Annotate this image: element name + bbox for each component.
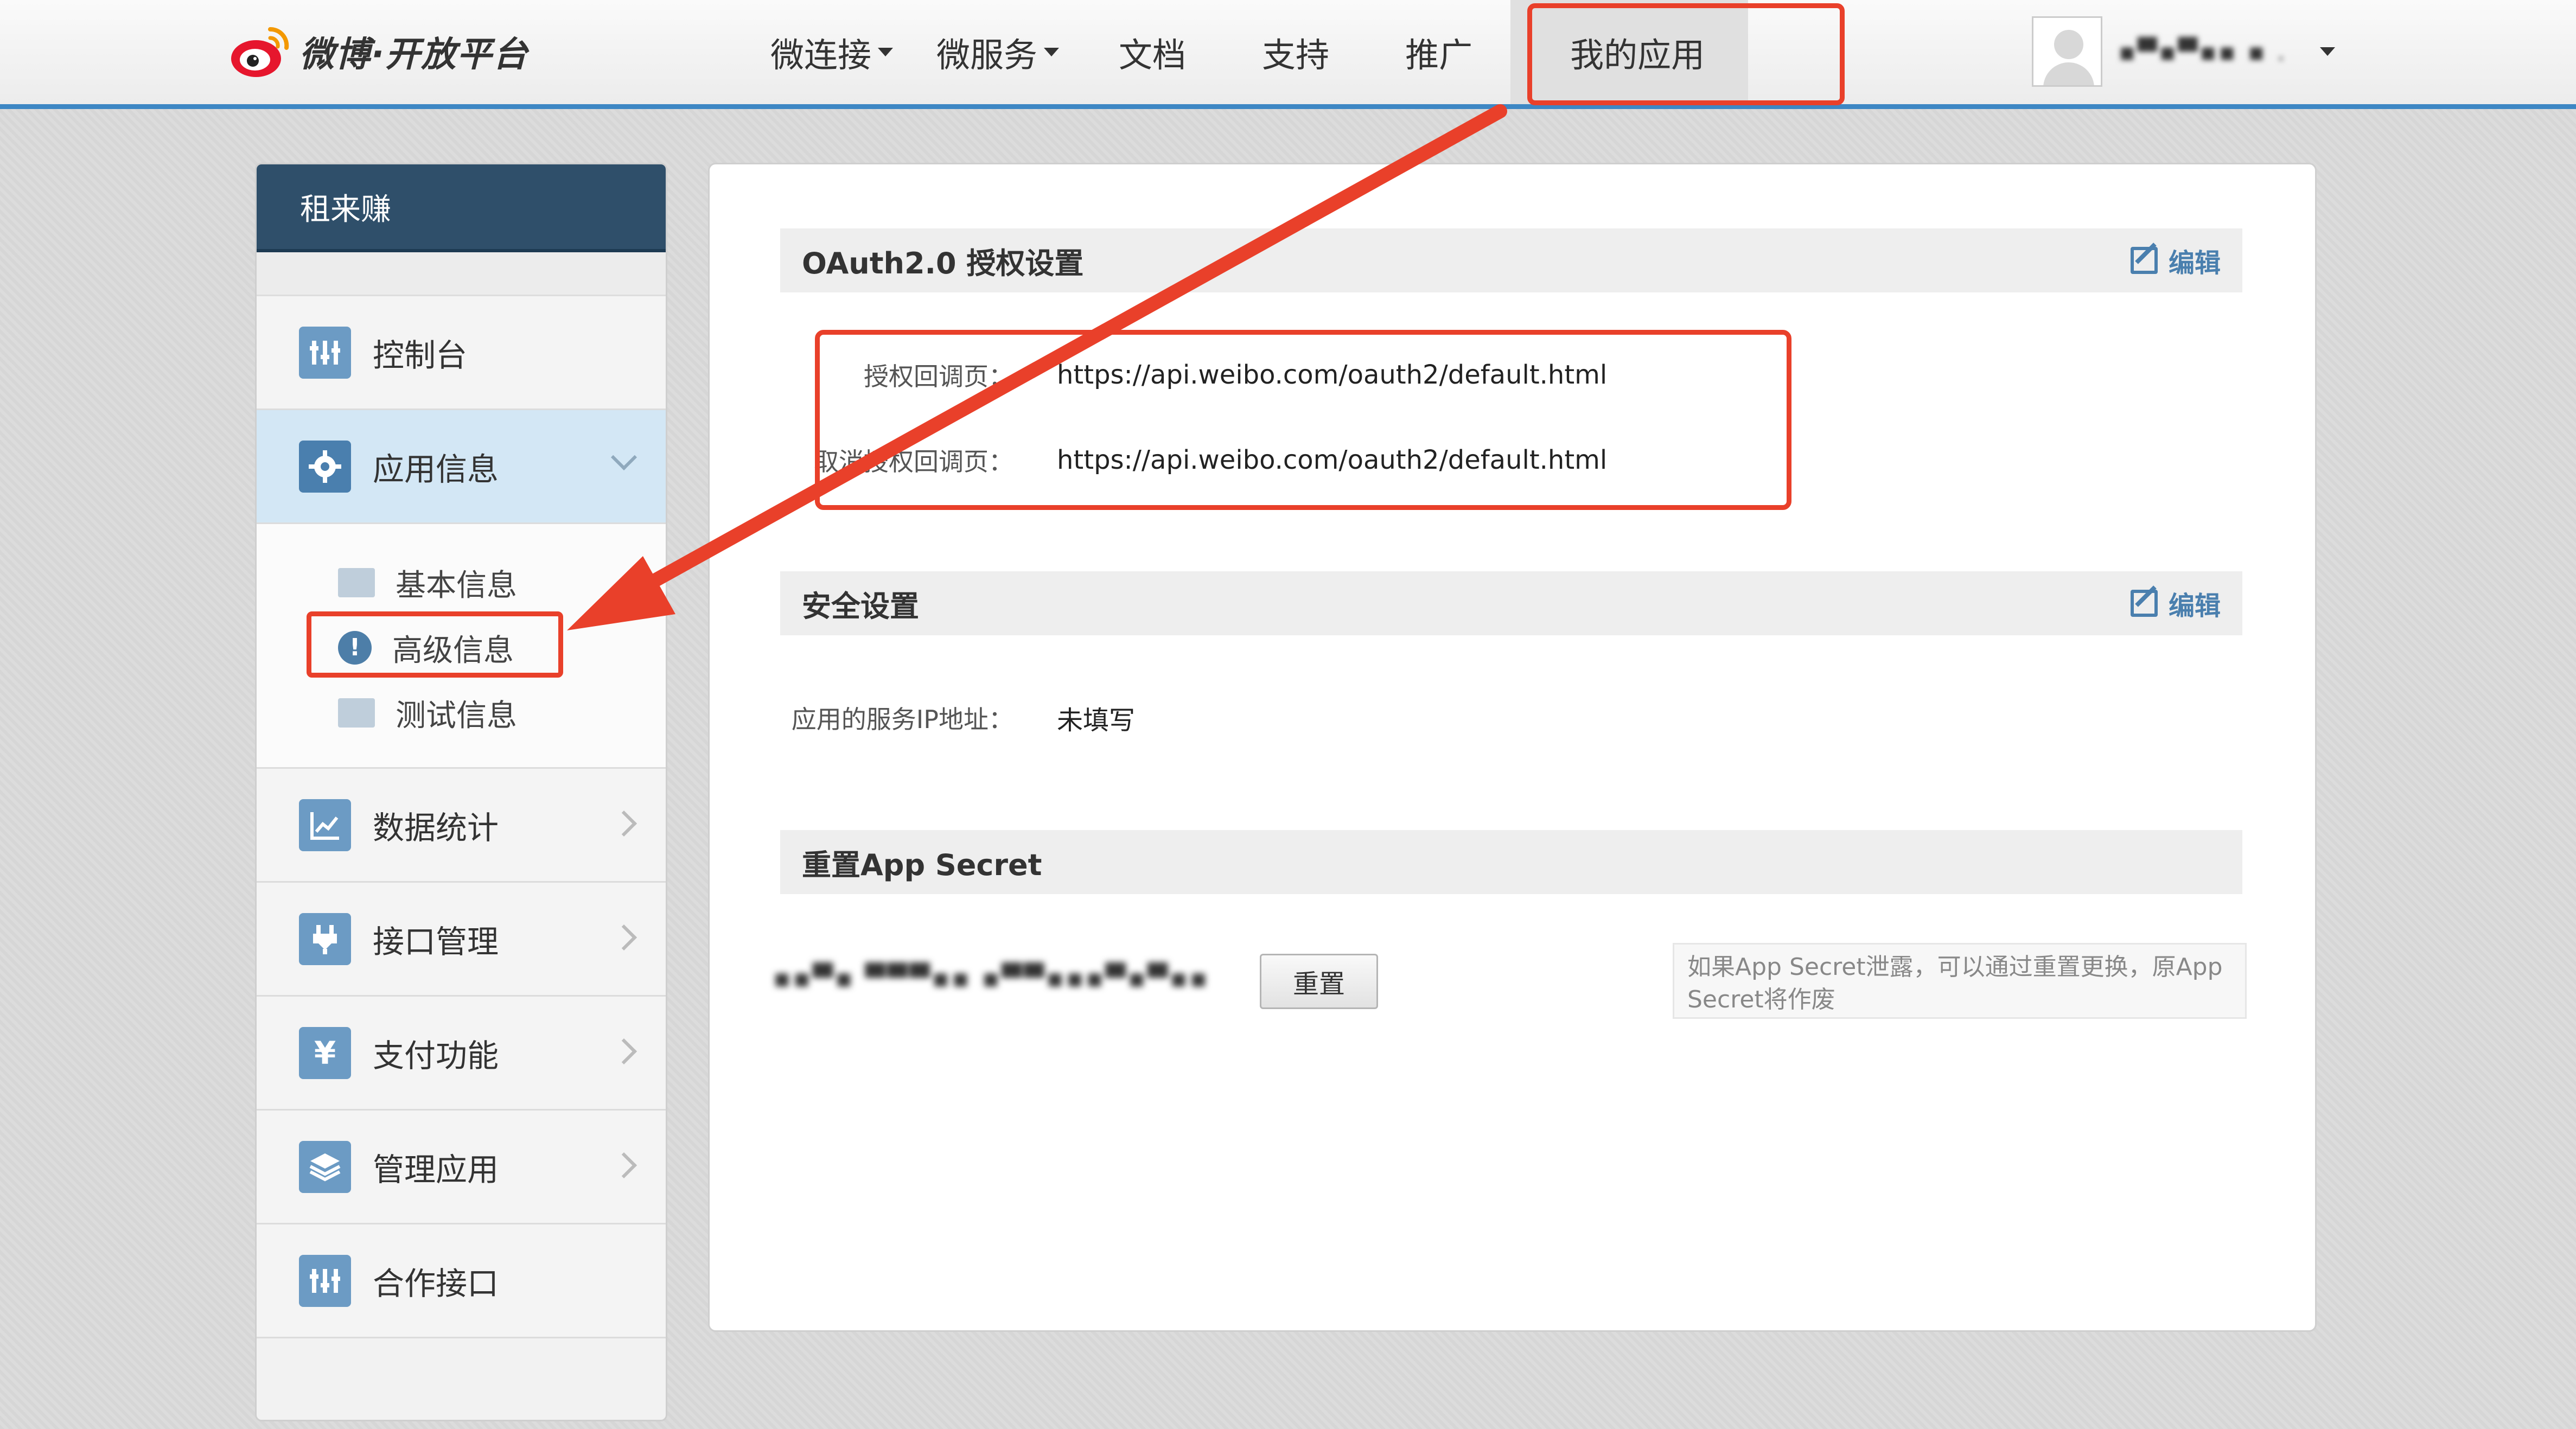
sidebar-spacer xyxy=(257,252,666,296)
user-menu[interactable]: ▪▀▪▀▪▪ ▪ . xyxy=(2032,16,2335,87)
sidebar-subitem-test-info[interactable]: 测试信息 xyxy=(257,680,666,745)
highlight-box-advanced-info xyxy=(307,611,563,678)
app-secret-value: ▪▪▀▪ ▀▀▀▪▪ ▪▀▀▪▪▪▀▪▀▪▪ xyxy=(773,963,1210,993)
sidebar-item-payment[interactable]: ¥ 支付功能 xyxy=(257,997,666,1111)
chevron-right-icon xyxy=(610,810,637,837)
sidebar-app-name: 租来赚 xyxy=(257,164,666,252)
edit-icon xyxy=(2130,247,2158,274)
oauth-section-header: OAuth2.0 授权设置 编辑 xyxy=(780,228,2242,292)
brand-name: 微博·开放平台 xyxy=(299,35,529,75)
sidebar-item-statistics[interactable]: 数据统计 xyxy=(257,769,666,883)
id-card-icon xyxy=(338,568,375,597)
sidebar-item-label: 接口管理 xyxy=(373,923,499,960)
security-section-header: 安全设置 编辑 xyxy=(780,571,2242,635)
user-name: ▪▀▪▀▪▪ ▪ . xyxy=(2119,37,2287,66)
sidebar-item-label: 支付功能 xyxy=(373,1037,499,1074)
dashboard-icon xyxy=(299,326,351,379)
section-title: OAuth2.0 授权设置 xyxy=(802,246,1084,280)
caret-down-icon xyxy=(1044,48,1060,56)
oauth-edit-button[interactable]: 编辑 xyxy=(2130,228,2221,292)
chart-icon xyxy=(299,799,351,851)
top-navbar: 微博·开放平台 微连接 微服务 文档 支持 推广 我的应用 ▪▀▪▀▪▪ ▪ . xyxy=(0,0,2576,109)
sidebar-subitem-label: 测试信息 xyxy=(396,698,517,733)
sidebar-item-label: 合作接口 xyxy=(373,1265,499,1302)
sidebar-item-console[interactable]: 控制台 xyxy=(257,296,666,410)
highlight-box-oauth-urls xyxy=(815,330,1791,510)
avatar[interactable] xyxy=(2032,16,2102,87)
nav-item-weilianjie[interactable]: 微连接 xyxy=(749,0,915,104)
edit-label: 编辑 xyxy=(2168,248,2221,278)
chevron-down-icon xyxy=(610,444,637,471)
edit-label: 编辑 xyxy=(2168,591,2221,621)
weibo-logo-icon xyxy=(231,27,289,77)
avatar-head xyxy=(2054,30,2083,59)
chevron-right-icon xyxy=(610,924,637,951)
sidebar-item-api-management[interactable]: 接口管理 xyxy=(257,883,666,997)
edit-icon xyxy=(2130,590,2158,617)
sidebar-item-label: 数据统计 xyxy=(373,809,499,846)
sidebar-item-partner-api[interactable]: 合作接口 xyxy=(257,1224,666,1338)
avatar-body xyxy=(2043,62,2094,85)
sidebar-item-label: 应用信息 xyxy=(373,450,499,488)
sidebar-subitem-label: 基本信息 xyxy=(396,567,517,603)
nav-item-weifuwu[interactable]: 微服务 xyxy=(915,0,1081,104)
layers-icon xyxy=(299,1140,351,1193)
nav-label: 微服务 xyxy=(936,35,1038,75)
nav-label: 支持 xyxy=(1262,35,1330,75)
yen-icon: ¥ xyxy=(299,1026,351,1079)
dashboard-icon xyxy=(299,1254,351,1307)
reset-secret-button[interactable]: 重置 xyxy=(1260,954,1378,1009)
test-user-icon xyxy=(338,698,375,728)
sidebar-item-label: 管理应用 xyxy=(373,1151,499,1188)
chevron-right-icon xyxy=(610,1038,637,1065)
secret-section-header: 重置App Secret xyxy=(780,830,2242,894)
nav-label: 微连接 xyxy=(770,35,872,75)
secret-hint: 如果App Secret泄露，可以通过重置更换，原App Secret将作废 xyxy=(1673,943,2247,1019)
section-title: 重置App Secret xyxy=(802,847,1042,882)
nav-item-docs[interactable]: 文档 xyxy=(1081,0,1224,104)
nav-item-promote[interactable]: 推广 xyxy=(1367,0,1489,104)
sidebar-subitem-basic-info[interactable]: 基本信息 xyxy=(257,550,666,615)
brand-logo[interactable]: 微博·开放平台 xyxy=(228,16,528,87)
section-title: 安全设置 xyxy=(802,589,919,623)
field-label: 应用的服务IP地址： xyxy=(791,705,1013,734)
plug-icon xyxy=(299,913,351,965)
caret-down-icon xyxy=(878,48,894,56)
sidebar: 租来赚 控制台 应用信息 基本信息 ! 高级信息 测试信息 数据统计 接口管理 … xyxy=(255,163,667,1421)
highlight-box-my-apps xyxy=(1527,3,1845,105)
caret-down-icon[interactable] xyxy=(2319,47,2335,56)
chevron-right-icon xyxy=(610,1152,637,1179)
gear-icon xyxy=(299,440,351,493)
sidebar-item-app-info[interactable]: 应用信息 xyxy=(257,410,666,524)
nav-label: 推广 xyxy=(1405,35,1473,75)
sidebar-item-label: 控制台 xyxy=(373,336,468,374)
sidebar-item-manage-app[interactable]: 管理应用 xyxy=(257,1111,666,1224)
nav-item-support[interactable]: 支持 xyxy=(1224,0,1367,104)
security-ip-row: 应用的服务IP地址： 未填写 xyxy=(710,699,1135,737)
security-ip-value: 未填写 xyxy=(1057,705,1136,736)
nav-label: 文档 xyxy=(1119,35,1187,75)
security-edit-button[interactable]: 编辑 xyxy=(2130,571,2221,635)
